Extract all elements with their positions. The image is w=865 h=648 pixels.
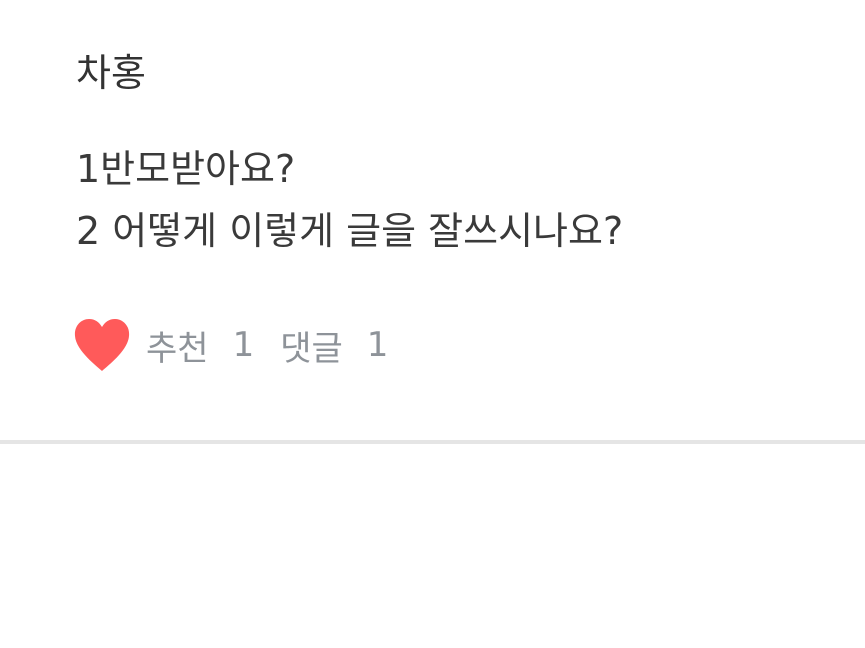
comment-line-2: 2 어떻게 이렇게 글을 잘쓰시나요? — [76, 209, 624, 253]
comment-body: 1반모받아요? 2 어떻게 이렇게 글을 잘쓰시나요? — [76, 138, 623, 262]
recommend-label: 추천 — [146, 328, 209, 369]
recommend-count[interactable]: 추천 1 — [146, 321, 254, 370]
reply-label: 댓글 — [280, 328, 343, 369]
comment-meta: 추천 1 댓글 1 — [72, 316, 388, 374]
comment-author[interactable]: 차홍 — [76, 46, 146, 100]
reply-count[interactable]: 댓글 1 — [280, 321, 388, 370]
heart-icon[interactable] — [72, 317, 132, 373]
comment-card: 차홍 1반모받아요? 2 어떻게 이렇게 글을 잘쓰시나요? 추천 1 댓글 1 — [0, 0, 865, 441]
comment-line-1: 1반모받아요? — [76, 147, 296, 191]
recommend-number: 1 — [232, 325, 255, 365]
reply-number: 1 — [366, 325, 389, 365]
empty-area — [0, 444, 865, 648]
